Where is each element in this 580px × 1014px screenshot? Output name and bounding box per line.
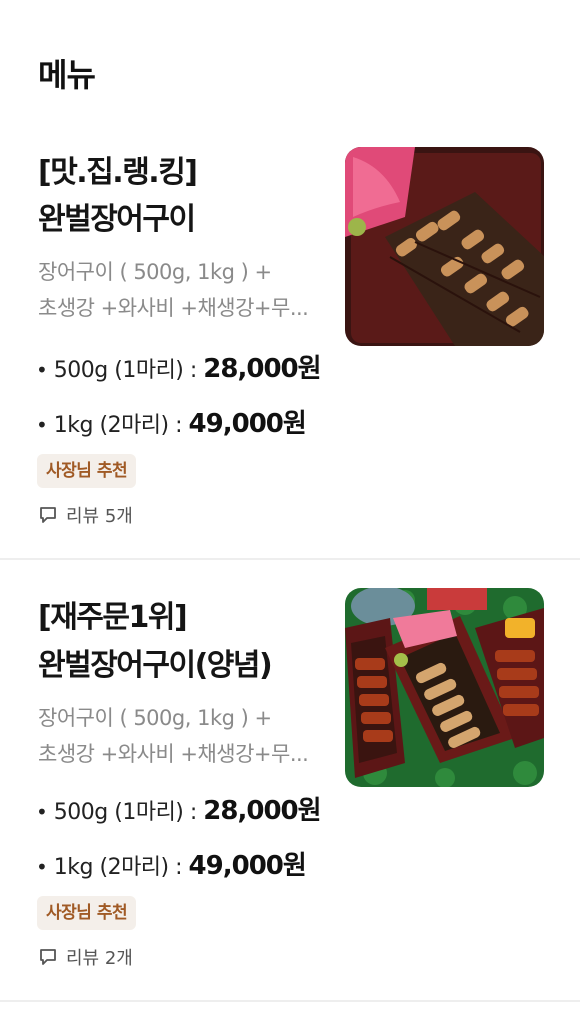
speech-bubble-icon (40, 507, 56, 523)
price-option-1kg: • 1kg (2마리) : 49,000원 (36, 403, 307, 440)
seasoned-eel-box-photo (345, 588, 544, 787)
menu-item-title-name: 완벌장어구이(양념) (38, 648, 273, 683)
bullet-icon: • (36, 413, 48, 437)
menu-item-title-tag: [맛.집.랭.킹] (38, 155, 198, 190)
price-option-500g: • 500g (1마리) : 28,000원 (36, 348, 322, 385)
page-title: 메뉴 (38, 56, 96, 94)
owner-recommend-badge: 사장님 추천 (37, 454, 137, 488)
bullet-icon: • (36, 358, 48, 382)
description-line-2: 초생강 +와사비 +채생강+무... (38, 296, 309, 320)
description-line-1: 장어구이 ( 500g, 1kg ) + (38, 260, 272, 284)
price-option-label: 500g (1마리) : (53, 358, 204, 383)
review-count-label: 리뷰 5개 (66, 506, 133, 527)
menu-item-title-name: 완벌장어구이 (38, 202, 196, 237)
menu-item-photo[interactable] (345, 588, 544, 787)
eel-box-photo (345, 147, 544, 346)
price-amount: 49,000원 (188, 851, 307, 881)
section-divider (0, 1000, 580, 1002)
description-line-2: 초생강 +와사비 +채생강+무... (38, 742, 309, 766)
price-amount: 28,000원 (203, 796, 321, 826)
price-amount: 28,000원 (203, 354, 321, 384)
review-count[interactable]: 리뷰 5개 (38, 502, 133, 528)
menu-item-description: 장어구이 ( 500g, 1kg ) + 초생강 +와사비 +채생강+무... (38, 254, 333, 326)
speech-bubble-icon (40, 949, 56, 965)
menu-item-photo[interactable] (345, 147, 544, 346)
description-line-1: 장어구이 ( 500g, 1kg ) + (38, 706, 272, 730)
price-amount: 49,000원 (188, 409, 307, 439)
price-option-label: 500g (1마리) : (53, 800, 204, 825)
price-option-500g: • 500g (1마리) : 28,000원 (36, 790, 322, 827)
review-count[interactable]: 리뷰 2개 (38, 944, 133, 970)
owner-recommend-badge: 사장님 추천 (37, 896, 137, 930)
section-divider (0, 558, 580, 560)
price-option-1kg: • 1kg (2마리) : 49,000원 (36, 845, 307, 882)
menu-item-title-tag: [재주문1위] (38, 600, 188, 635)
bullet-icon: • (36, 855, 48, 879)
review-count-label: 리뷰 2개 (66, 948, 133, 969)
bullet-icon: • (36, 800, 48, 824)
menu-item-description: 장어구이 ( 500g, 1kg ) + 초생강 +와사비 +채생강+무... (38, 700, 333, 772)
price-option-label: 1kg (2마리) : (53, 413, 189, 438)
price-option-label: 1kg (2마리) : (53, 855, 189, 880)
